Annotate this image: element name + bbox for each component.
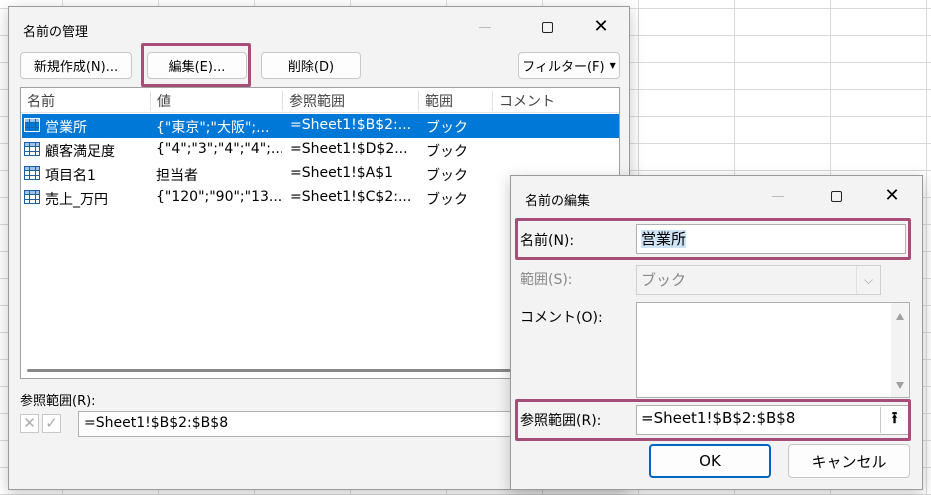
table-row[interactable]: 営業所 {"東京";"大阪";... =Sheet1!$B$2:... ブック (22, 114, 619, 138)
maximize-icon (830, 190, 842, 202)
chevron-down-icon: ▼ (609, 61, 616, 70)
row-ref: =Sheet1!$D$2... (290, 141, 408, 157)
dialog-title: 名前の管理 (23, 25, 89, 40)
edit-button-highlight (141, 43, 251, 87)
row-value: 担当者 (156, 168, 198, 184)
name-field-highlight (515, 218, 911, 260)
edit-minimize-button[interactable] (764, 184, 792, 208)
scope-value: ブック (641, 271, 687, 289)
confirm-edit-icon[interactable]: ✓ (42, 414, 61, 433)
column-header-scope[interactable]: 範囲 (419, 91, 493, 111)
scroll-up-icon[interactable] (896, 313, 904, 320)
cancel-button[interactable]: キャンセル (788, 444, 910, 478)
scroll-down-icon[interactable] (896, 382, 904, 389)
maximize-icon (541, 21, 553, 33)
row-value: {"東京";"大阪";... (156, 120, 270, 136)
comment-label: コメント(O): (520, 310, 603, 326)
row-scope: ブック (426, 144, 468, 160)
edit-dialog-title: 名前の編集 (525, 194, 591, 209)
table-row[interactable]: 顧客満足度 {"4";"3";"4";"4";... =Sheet1!$D$2.… (22, 138, 619, 162)
scope-select[interactable]: ブック ⌵ (636, 265, 881, 295)
row-name: 営業所 (45, 120, 87, 136)
row-scope: ブック (426, 168, 468, 184)
ok-button[interactable]: OK (649, 444, 771, 478)
row-ref: =Sheet1!$C$2:... (290, 189, 412, 205)
named-range-icon (24, 142, 40, 156)
minimize-icon (772, 195, 784, 197)
edit-title-bar: 名前の編集 ✕ (511, 176, 922, 216)
scope-label: 範囲(S): (520, 272, 573, 288)
edit-close-button[interactable]: ✕ (878, 184, 906, 208)
filter-label: フィルター(F) (522, 60, 605, 75)
close-button[interactable]: ✕ (587, 15, 615, 39)
new-button[interactable]: 新規作成(N)... (20, 52, 132, 79)
maximize-button[interactable] (533, 15, 561, 39)
row-name: 売上_万円 (45, 192, 108, 208)
comment-textarea[interactable] (636, 302, 910, 398)
refers-to-highlight (515, 399, 911, 441)
named-range-icon (24, 166, 40, 180)
column-header-ref[interactable]: 参照範囲 (283, 91, 419, 111)
close-icon: ✕ (593, 16, 609, 37)
row-scope: ブック (426, 192, 468, 208)
row-scope: ブック (426, 120, 468, 136)
column-header-comment[interactable]: コメント (493, 91, 619, 111)
chevron-down-icon: ⌵ (856, 266, 880, 294)
column-header-value[interactable]: 値 (151, 91, 283, 111)
filter-button[interactable]: フィルター(F) ▼ (518, 52, 620, 79)
row-ref: =Sheet1!$A$1 (290, 165, 394, 181)
cancel-edit-icon[interactable]: ✕ (20, 414, 39, 433)
row-name: 項目名1 (45, 168, 96, 184)
column-header-name[interactable]: 名前 (21, 91, 151, 111)
named-range-icon (24, 118, 40, 132)
row-name: 顧客満足度 (45, 144, 115, 160)
row-value: {"4";"3";"4";"4";... (156, 141, 282, 157)
edit-maximize-button[interactable] (822, 184, 850, 208)
close-icon: ✕ (884, 185, 900, 206)
row-ref: =Sheet1!$B$2:... (290, 117, 412, 133)
refers-to-label: 参照範囲(R): (20, 394, 96, 409)
named-range-icon (24, 190, 40, 204)
comment-scrollbar[interactable] (891, 303, 909, 397)
list-header: 名前 値 参照範囲 範囲 コメント (21, 88, 619, 113)
delete-button[interactable]: 削除(D) (261, 52, 361, 79)
refers-to-input[interactable]: =Sheet1!$B$2:$B$8 (78, 411, 518, 437)
row-value: {"120";"90";"13... (156, 189, 282, 205)
minimize-icon (479, 26, 491, 28)
title-bar: 名前の管理 ✕ (9, 7, 629, 47)
minimize-button[interactable] (471, 15, 499, 39)
